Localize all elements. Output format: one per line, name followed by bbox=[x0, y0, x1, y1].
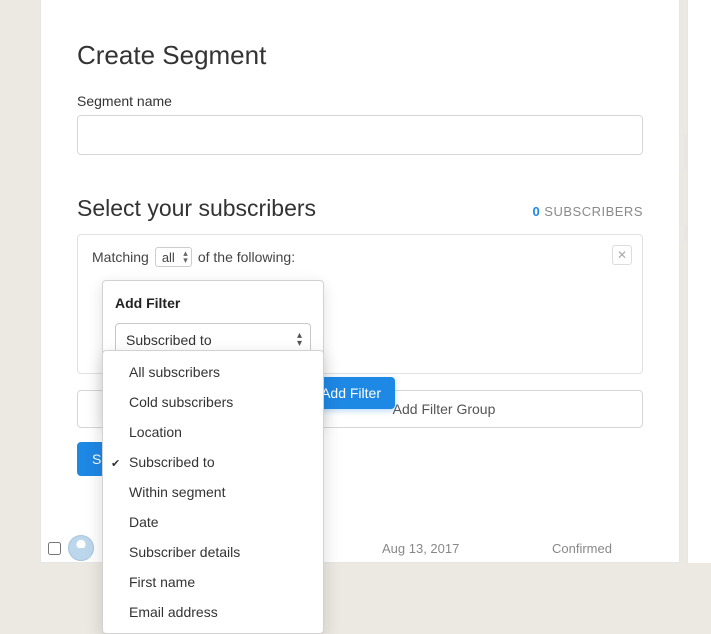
chevron-updown-icon: ▴▾ bbox=[183, 250, 188, 264]
dropdown-option-label: Cold subscribers bbox=[129, 394, 233, 410]
select-subscribers-heading: Select your subscribers bbox=[77, 195, 316, 222]
segment-name-label: Segment name bbox=[77, 93, 643, 109]
close-icon: ✕ bbox=[617, 248, 627, 262]
dropdown-option-label: Location bbox=[129, 424, 182, 440]
subscriber-count-number: 0 bbox=[532, 204, 540, 219]
subscriber-status: Confirmed bbox=[522, 541, 680, 556]
dropdown-option[interactable]: Within segment bbox=[103, 477, 323, 507]
dropdown-option[interactable]: First name bbox=[103, 567, 323, 597]
dropdown-option-label: Within segment bbox=[129, 484, 225, 500]
page-title: Create Segment bbox=[77, 40, 643, 71]
add-filter-button-label: Add Filter bbox=[321, 385, 381, 401]
chevron-updown-icon: ▴▾ bbox=[297, 332, 302, 348]
add-filter-title: Add Filter bbox=[115, 295, 311, 311]
filter-type-value: Subscribed to bbox=[126, 332, 212, 348]
dropdown-option-label: Subscriber details bbox=[129, 544, 240, 560]
dropdown-option[interactable]: All subscribers bbox=[103, 357, 323, 387]
segment-name-input[interactable] bbox=[77, 115, 643, 155]
dropdown-option-label: Subscribed to bbox=[129, 454, 215, 470]
filter-type-dropdown: All subscribers Cold subscribers Location ✔… bbox=[102, 350, 324, 634]
dropdown-option[interactable]: Date bbox=[103, 507, 323, 537]
avatar bbox=[68, 535, 94, 561]
subscriber-row-checkbox[interactable] bbox=[48, 542, 61, 555]
matching-suffix: of the following: bbox=[198, 249, 295, 265]
match-mode-select[interactable]: all ▴▾ bbox=[155, 247, 192, 267]
dropdown-option[interactable]: Location bbox=[103, 417, 323, 447]
remove-group-button[interactable]: ✕ bbox=[612, 245, 632, 265]
dropdown-option-label: Date bbox=[129, 514, 159, 530]
check-icon: ✔ bbox=[111, 453, 120, 475]
dropdown-option-label: Email address bbox=[129, 604, 218, 620]
dropdown-option[interactable]: Cold subscribers bbox=[103, 387, 323, 417]
right-side-strip bbox=[687, 0, 711, 563]
matching-row: Matching all ▴▾ of the following: bbox=[92, 247, 628, 267]
match-mode-value: all bbox=[162, 250, 175, 265]
dropdown-option[interactable]: ✔ Subscribed to bbox=[103, 447, 323, 477]
subscriber-count-label: SUBSCRIBERS bbox=[544, 204, 643, 219]
subscriber-date: Aug 13, 2017 bbox=[382, 541, 522, 556]
dropdown-option[interactable]: Email address bbox=[103, 597, 323, 627]
add-filter-group-label: Add Filter Group bbox=[393, 401, 496, 417]
dropdown-option-label: First name bbox=[129, 574, 195, 590]
subscriber-count: 0 SUBSCRIBERS bbox=[532, 204, 643, 219]
matching-prefix: Matching bbox=[92, 249, 149, 265]
dropdown-option-label: All subscribers bbox=[129, 364, 220, 380]
